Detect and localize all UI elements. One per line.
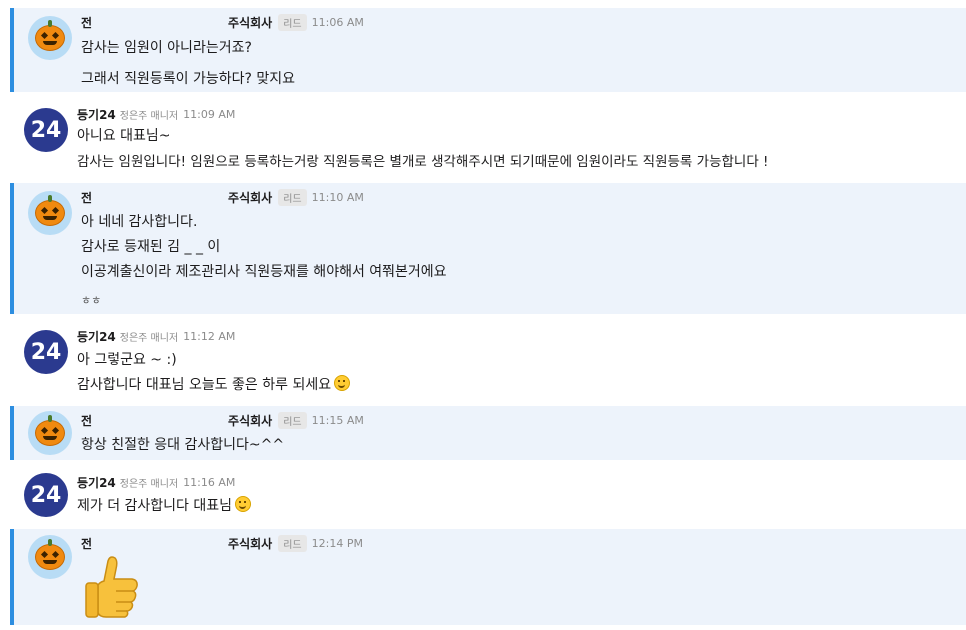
timestamp[interactable]: 11:16 AM xyxy=(183,476,235,489)
timestamp[interactable]: 11:09 AM xyxy=(183,108,235,121)
message-text: 감사는 임원이 아니라는거죠? xyxy=(81,40,252,56)
message-text-line: 감사합니다 대표님 오늘도 좋은 하루 되세요 xyxy=(77,374,351,394)
timestamp[interactable]: 11:06 AM xyxy=(312,16,364,29)
timestamp[interactable]: 11:10 AM xyxy=(312,191,364,204)
avatar-text: 24 xyxy=(30,117,62,143)
message-header: 전 주식회사 리드 11:06 AM xyxy=(81,14,364,31)
avatar[interactable] xyxy=(28,411,72,455)
role-badge: 리드 xyxy=(278,189,307,206)
message-text: 항상 친절한 응대 감사합니다~^^ xyxy=(81,437,285,453)
sender-subtitle: 정은주 매니저 xyxy=(119,333,179,344)
message-text-line: 제가 더 감사합니다 대표님 xyxy=(77,495,252,515)
sender-name[interactable]: 등기24 xyxy=(77,474,116,491)
sender-name[interactable]: 전 xyxy=(81,189,92,206)
sender-name[interactable]: 전 xyxy=(81,14,92,31)
message-text: 이공계출신이라 제조관리사 직원등재를 해야해서 여쭤본거에요 xyxy=(81,264,447,280)
message-header: 전 주식회사 리드 11:15 AM xyxy=(81,412,364,429)
message-7[interactable]: 전 주식회사 리드 12:14 PM xyxy=(10,529,966,625)
avatar[interactable] xyxy=(28,535,72,579)
message-text: 제가 더 감사합니다 대표님 xyxy=(77,498,233,514)
thumbs-up-icon xyxy=(85,556,138,618)
sender-company: 주식회사 xyxy=(228,191,273,205)
sender-subtitle: 정은주 매니저 xyxy=(119,479,179,490)
pumpkin-icon xyxy=(35,20,65,51)
message-text: 아 그렇군요 ~ :) xyxy=(77,352,177,368)
message-text: 아 네네 감사합니다. xyxy=(81,214,198,230)
pumpkin-icon xyxy=(35,415,65,446)
message-text: 감사로 등재된 김 _ _ 이 xyxy=(81,239,221,255)
message-3[interactable]: 전 주식회사 리드 11:10 AM 아 네네 감사합니다. 감사로 등재된 김… xyxy=(10,183,966,314)
message-header: 등기24 정은주 매니저 11:12 AM xyxy=(77,328,235,345)
avatar-text: 24 xyxy=(30,482,62,508)
avatar[interactable]: 24 xyxy=(24,473,68,517)
pumpkin-icon xyxy=(35,195,65,226)
message-header: 전 주식회사 리드 11:10 AM xyxy=(81,189,364,206)
message-5[interactable]: 전 주식회사 리드 11:15 AM 항상 친절한 응대 감사합니다~^^ xyxy=(10,406,966,460)
sender-name[interactable]: 등기24 xyxy=(77,328,116,345)
sender-name[interactable]: 전 xyxy=(81,535,92,552)
sender-company: 주식회사 xyxy=(228,414,273,428)
smile-emoji-icon xyxy=(334,375,351,391)
timestamp[interactable]: 11:12 AM xyxy=(183,330,235,343)
message-text: 감사합니다 대표님 오늘도 좋은 하루 되세요 xyxy=(77,377,332,393)
timestamp[interactable]: 11:15 AM xyxy=(312,414,364,427)
role-badge: 리드 xyxy=(278,412,307,429)
message-6[interactable]: 24 등기24 정은주 매니저 11:16 AM 제가 더 감사합니다 대표님 xyxy=(10,468,966,524)
avatar[interactable] xyxy=(28,16,72,60)
role-badge: 리드 xyxy=(278,14,307,31)
sender-subtitle: 정은주 매니저 xyxy=(119,111,179,122)
sender-company: 주식회사 xyxy=(228,537,273,551)
message-header: 전 주식회사 리드 12:14 PM xyxy=(81,535,363,552)
message-header: 등기24 정은주 매니저 11:09 AM xyxy=(77,106,235,123)
message-text: ㅎㅎ xyxy=(81,294,102,307)
message-text: 감사는 임원입니다! 임원으로 등록하는거랑 직원등록은 별개로 생각해주시면 … xyxy=(77,154,769,170)
avatar[interactable] xyxy=(28,191,72,235)
avatar[interactable]: 24 xyxy=(24,330,68,374)
message-2[interactable]: 24 등기24 정은주 매니저 11:09 AM 아니요 대표님~ 감사는 임원… xyxy=(10,100,966,178)
timestamp[interactable]: 12:14 PM xyxy=(312,537,363,550)
sender-name[interactable]: 전 xyxy=(81,412,92,429)
message-4[interactable]: 24 등기24 정은주 매니저 11:12 AM 아 그렇군요 ~ :) 감사합… xyxy=(10,322,966,400)
sender-company: 주식회사 xyxy=(228,16,273,30)
avatar-text: 24 xyxy=(30,339,62,365)
role-badge: 리드 xyxy=(278,535,307,552)
message-header: 등기24 정은주 매니저 11:16 AM xyxy=(77,474,235,491)
avatar[interactable]: 24 xyxy=(24,108,68,152)
pumpkin-icon xyxy=(35,539,65,570)
smile-emoji-icon xyxy=(235,496,252,512)
sender-name[interactable]: 등기24 xyxy=(77,106,116,123)
message-1[interactable]: 전 주식회사 리드 11:06 AM 감사는 임원이 아니라는거죠? 그래서 직… xyxy=(10,8,966,92)
message-text: 아니요 대표님~ xyxy=(77,128,171,144)
message-text: 그래서 직원등록이 가능하다? 맞지요 xyxy=(81,71,295,87)
